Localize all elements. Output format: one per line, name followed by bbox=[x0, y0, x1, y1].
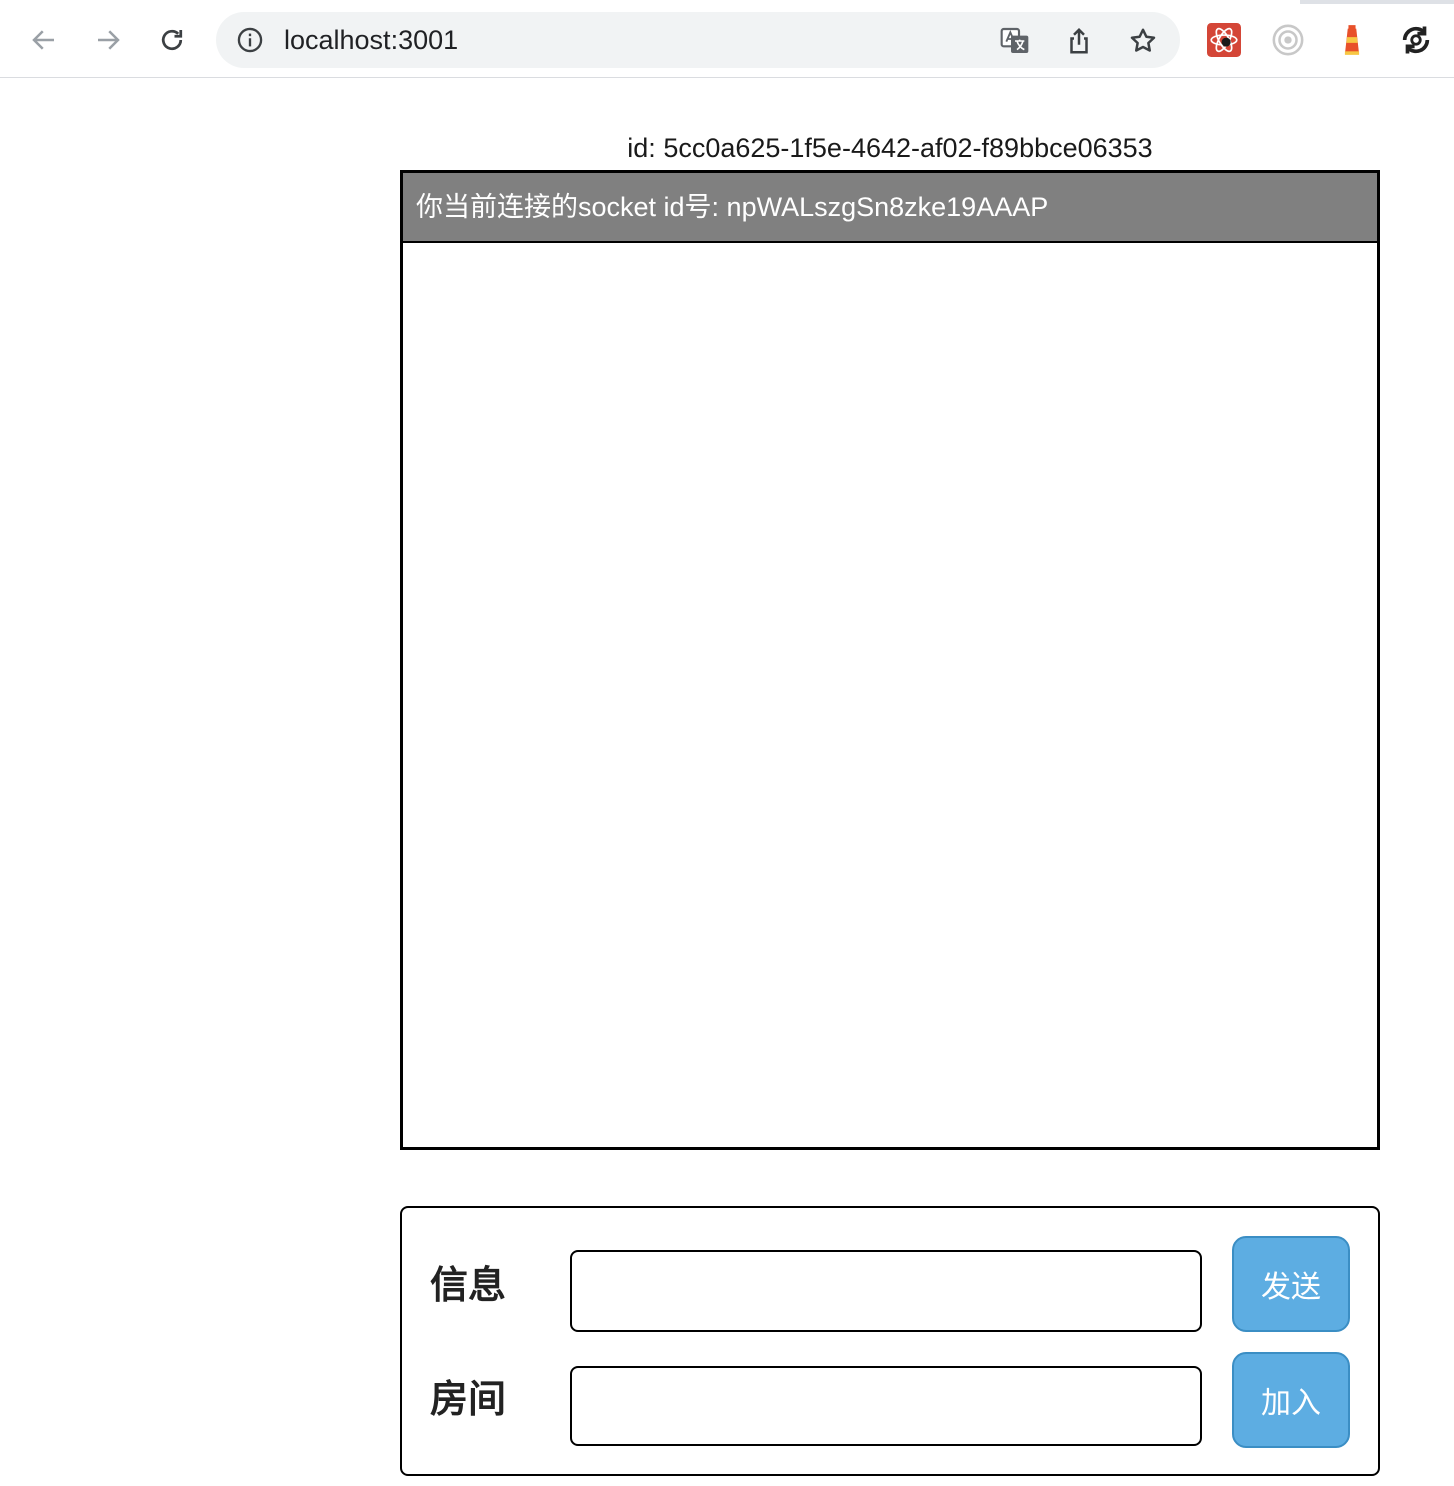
react-devtools-icon bbox=[1207, 23, 1241, 57]
back-arrow-icon bbox=[32, 30, 54, 50]
message-label: 信息 bbox=[430, 1265, 507, 1307]
room-label: 房间 bbox=[430, 1379, 507, 1421]
sync-icon bbox=[1402, 26, 1430, 54]
socket-id-header: 你当前连接的socket id号: npWALszgSn8zke19AAAP bbox=[403, 173, 1377, 243]
share-icon bbox=[1070, 27, 1088, 54]
url-text[interactable]: localhost:3001 bbox=[284, 24, 458, 56]
message-list bbox=[403, 243, 1377, 1145]
chat-window: 你当前连接的socket id号: npWALszgSn8zke19AAAP bbox=[400, 170, 1380, 1150]
back-button[interactable] bbox=[24, 20, 64, 60]
browser-toolbar: localhost:3001 bbox=[0, 0, 1454, 78]
forward-arrow-icon bbox=[98, 30, 120, 50]
room-input[interactable] bbox=[570, 1366, 1202, 1446]
sync-extension[interactable] bbox=[1398, 22, 1434, 58]
share-button[interactable] bbox=[1062, 24, 1096, 58]
join-button[interactable]: 加入 bbox=[1232, 1352, 1350, 1448]
lighthouse-extension[interactable] bbox=[1334, 22, 1370, 58]
message-input[interactable] bbox=[570, 1250, 1202, 1332]
send-button[interactable]: 发送 bbox=[1232, 1236, 1350, 1332]
record-icon bbox=[1272, 24, 1304, 56]
lighthouse-icon bbox=[1344, 25, 1360, 55]
address-bar[interactable]: localhost:3001 bbox=[216, 12, 1180, 68]
translate-icon bbox=[1000, 27, 1029, 53]
reload-button[interactable] bbox=[152, 20, 192, 60]
reload-icon bbox=[161, 29, 183, 51]
record-extension[interactable] bbox=[1270, 22, 1306, 58]
react-devtools-extension[interactable] bbox=[1206, 22, 1242, 58]
star-icon bbox=[1130, 28, 1156, 52]
bookmark-button[interactable] bbox=[1126, 24, 1160, 58]
message-form: 信息 发送 房间 加入 bbox=[400, 1206, 1380, 1476]
tab-strip-edge bbox=[1300, 0, 1454, 4]
translate-button[interactable] bbox=[998, 24, 1032, 58]
user-id-text: id: 5cc0a625-1f5e-4642-af02-f89bbce06353 bbox=[627, 133, 1153, 163]
info-icon[interactable] bbox=[236, 26, 264, 54]
forward-button[interactable] bbox=[88, 20, 128, 60]
